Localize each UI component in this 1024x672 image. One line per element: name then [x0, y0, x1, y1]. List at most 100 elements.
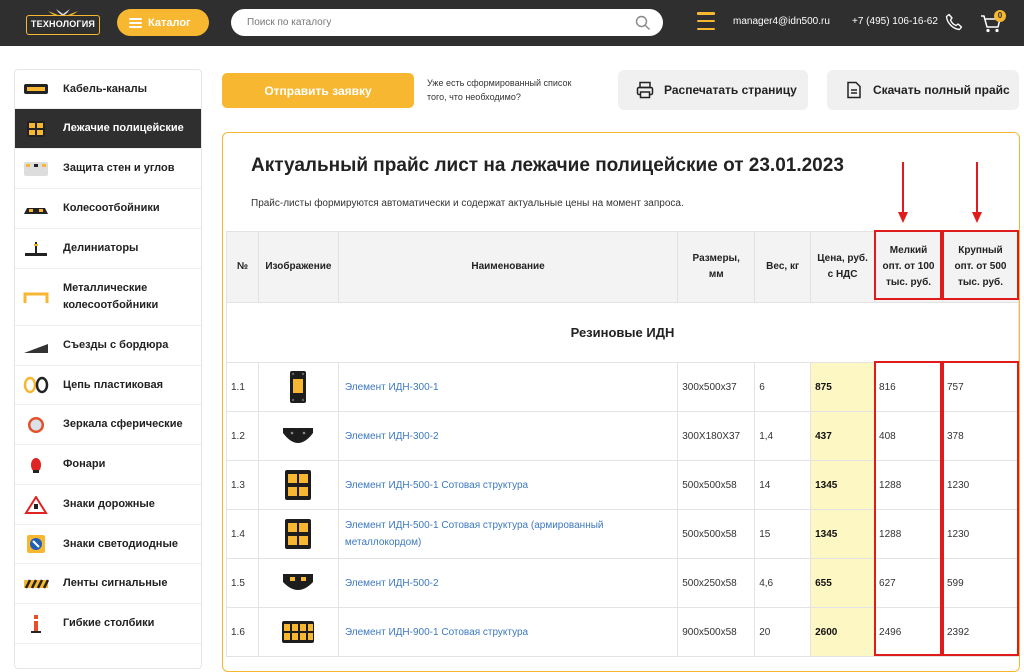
sidebar-item-label: Лежачие полицейские [63, 122, 184, 134]
sidebar-item-led-signs[interactable]: Знаки светодиодные [15, 525, 201, 564]
top-header: ТЕХНОЛОГИЯ Каталог manager4@idn500.ru +7… [0, 0, 1024, 46]
product-link[interactable]: Элемент ИДН-500-1 Сотовая структура [337, 460, 679, 510]
product-size: 500x500x58 [677, 509, 756, 559]
speed-bump-icon [27, 120, 45, 137]
phone-icon[interactable] [945, 13, 963, 31]
sidebar-item-curb-ramps[interactable]: Съезды с бордюра [15, 326, 201, 366]
road-sign-icon [24, 495, 48, 514]
row-number: 1.5 [226, 558, 259, 608]
product-link[interactable]: Элемент ИДН-300-1 [337, 362, 679, 412]
download-price-label: Скачать полный прайс [873, 83, 1010, 97]
print-page-button[interactable]: Распечатать страницу [618, 70, 808, 110]
sidebar-item-spherical-mirrors[interactable]: Зеркала сферические [15, 405, 201, 445]
idn-300-2-image [283, 428, 314, 443]
column-image: Изображение [257, 231, 339, 303]
sidebar-item-cable-channels[interactable]: Кабель-каналы [15, 70, 201, 109]
sidebar-item-metal-wheel-stops[interactable]: Металлические колесоотбойники [15, 269, 201, 326]
sidebar-item-wall-protection[interactable]: Защита стен и углов [15, 149, 201, 189]
product-link[interactable]: Элемент ИДН-300-2 [337, 411, 679, 461]
column-price: Цена, руб. с НДС [810, 231, 876, 303]
product-image-cell[interactable] [257, 558, 339, 608]
document-download-icon [847, 81, 861, 99]
site-logo[interactable]: ТЕХНОЛОГИЯ [26, 9, 100, 35]
sidebar-item-speed-bumps[interactable]: Лежачие полицейские [15, 109, 201, 149]
annotation-arrow-small-wholesale [898, 162, 908, 223]
product-size: 500x500x58 [677, 460, 756, 510]
sidebar-item-label: Знаки дорожные [63, 498, 155, 510]
row-number: 1.1 [226, 362, 259, 412]
sidebar-item-label: Кабель-каналы [63, 82, 148, 95]
product-image-cell[interactable] [257, 362, 339, 412]
row-number: 1.2 [226, 411, 259, 461]
lantern-icon [31, 457, 41, 473]
sidebar-item-label: Гибкие столбики [63, 617, 155, 629]
sidebar-item-label: Делиниаторы [63, 242, 139, 254]
product-link[interactable]: Элемент ИДН-500-2 [337, 558, 679, 608]
send-request-button[interactable]: Отправить заявку [222, 73, 414, 108]
search-bar [231, 9, 663, 36]
print-page-label: Распечатать страницу [664, 83, 797, 97]
row-number: 1.4 [226, 509, 259, 559]
product-weight: 1,4 [754, 411, 812, 461]
idn-500-2-image [283, 574, 314, 590]
product-size: 500x250x58 [677, 558, 756, 608]
annotation-box-small-header [874, 230, 942, 300]
spherical-mirror-icon [28, 416, 44, 433]
product-image-cell[interactable] [257, 509, 339, 559]
cart-count-badge: 0 [994, 10, 1006, 22]
section-title: Резиновые ИДН [226, 302, 1019, 363]
idn-500-1-reinforced-image [285, 519, 312, 549]
product-weight: 14 [754, 460, 812, 510]
signal-tape-icon [24, 578, 49, 589]
download-price-button[interactable]: Скачать полный прайс [827, 70, 1019, 110]
product-weight: 6 [754, 362, 812, 412]
idn-300-1-image [290, 371, 307, 403]
annotation-box-large-values [942, 361, 1019, 656]
idn-500-1-image [285, 470, 312, 500]
plastic-chain-icon [23, 376, 49, 394]
flexible-post-icon [31, 614, 41, 633]
sidebar-item-flexible-posts[interactable]: Гибкие столбики [15, 604, 201, 644]
column-name: Наименование [337, 231, 679, 303]
product-size: 300X180X37 [677, 411, 756, 461]
product-link[interactable]: Элемент ИДН-900-1 Сотовая структура [337, 607, 679, 657]
product-image-cell[interactable] [257, 607, 339, 657]
search-input[interactable] [231, 9, 611, 36]
column-size: Размеры, мм [677, 231, 756, 303]
sidebar-item-lanterns[interactable]: Фонари [15, 445, 201, 485]
curb-ramp-icon [24, 343, 48, 353]
sidebar-item-plastic-chain[interactable]: Цепь пластиковая [15, 366, 201, 405]
product-price: 2600 [810, 607, 876, 657]
menu-icon[interactable] [697, 12, 715, 30]
sidebar-item-label: Зеркала сферические [63, 418, 183, 430]
request-hint-text: Уже есть сформированный список того, что… [427, 78, 572, 102]
led-sign-icon [27, 535, 45, 553]
sidebar-item-label: Колесоотбойники [63, 202, 160, 214]
catalog-button[interactable]: Каталог [117, 9, 209, 36]
manager-email[interactable]: manager4@idn500.ru [733, 16, 830, 27]
sidebar-item-road-signs[interactable]: Знаки дорожные [15, 485, 201, 525]
delineator-icon [25, 241, 47, 256]
sidebar-item-label: Знаки светодиодные [63, 537, 178, 550]
search-icon[interactable] [635, 15, 651, 31]
product-size: 900x500x58 [677, 607, 756, 657]
metal-wheel-stop-icon [23, 292, 49, 303]
product-price: 437 [810, 411, 876, 461]
product-image-cell[interactable] [257, 460, 339, 510]
sidebar-item-wheel-stops[interactable]: Колесоотбойники [15, 189, 201, 229]
sidebar-item-delineators[interactable]: Делиниаторы [15, 229, 201, 269]
printer-icon [636, 81, 654, 99]
product-price: 875 [810, 362, 876, 412]
product-weight: 4,6 [754, 558, 812, 608]
wheel-stop-icon [24, 207, 48, 214]
product-image-cell[interactable] [257, 411, 339, 461]
phone-number[interactable]: +7 (495) 106-16-62 [852, 16, 938, 27]
catalog-sidebar: Кабель-каналы Лежачие полицейские Защита… [14, 69, 202, 669]
sidebar-item-label: Металлические колесоотбойники [63, 282, 159, 311]
product-weight: 20 [754, 607, 812, 657]
sidebar-item-signal-tapes[interactable]: Ленты сигнальные [15, 564, 201, 604]
annotation-box-large-header [942, 230, 1019, 300]
product-price: 655 [810, 558, 876, 608]
wall-protector-icon [24, 161, 48, 176]
product-link[interactable]: Элемент ИДН-500-1 Сотовая структура (арм… [337, 509, 679, 559]
